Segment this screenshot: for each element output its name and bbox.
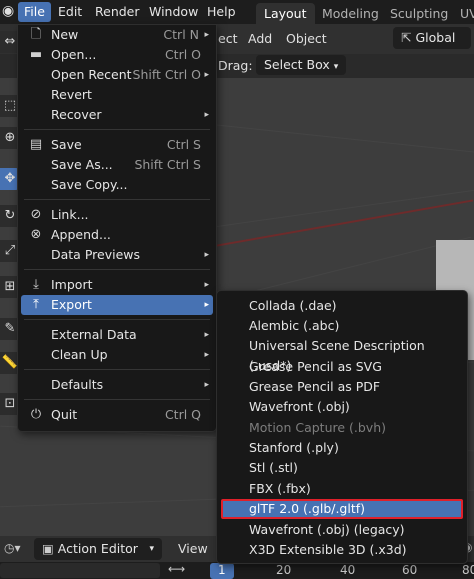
editor-mode-value: Action Editor [57,541,138,556]
menu-select[interactable]: ect [218,29,237,49]
menu-item-open-recent[interactable]: Open Recent Shift Ctrl O ▸ [21,65,213,85]
save-icon: ▤ [29,137,43,152]
export-item-fbx[interactable]: FBX (.fbx) [221,479,463,499]
menu-help[interactable]: Help [201,2,242,22]
link-icon: ⊘ [30,207,42,222]
export-item-stanford-ply[interactable]: Stanford (.ply) [221,438,463,458]
tab-layout[interactable]: Layout [256,3,315,24]
frame-number: 20 [276,563,292,577]
menu-item-save-as[interactable]: Save As... Shift Ctrl S [21,155,213,175]
menu-separator [24,269,210,270]
menu-separator [24,399,210,400]
menu-item-revert[interactable]: Revert [21,85,213,105]
tab-modeling[interactable]: Modeling [314,3,387,24]
blender-logo-icon[interactable]: ◉ [2,3,14,19]
menu-item-link[interactable]: ⊘ Link... [21,205,213,225]
export-item-grease-pencil-svg[interactable]: Grease Pencil as SVG [221,357,463,377]
export-item-wavefront-obj[interactable]: Wavefront (.obj) [221,397,463,417]
menu-file[interactable]: File [18,2,51,22]
export-item-gltf[interactable]: glTF 2.0 (.glb/.gltf) [221,499,463,519]
export-icon: ⤒ [33,297,39,312]
chevron-down-icon: ▾ [333,62,339,72]
menu-item-open[interactable]: ▬ Open... Ctrl O [21,45,213,65]
new-file-icon: 🗋 [30,27,42,42]
grid-line [215,124,474,153]
submenu-arrow-icon: ▸ [204,110,209,120]
editor-type-icon[interactable]: ◷▾ [4,541,21,555]
drag-mode-dropdown[interactable]: Select Box ▾ [256,55,347,75]
menu-item-import[interactable]: ⤓ Import ▸ [21,275,213,295]
export-item-motion-capture[interactable]: Motion Capture (.bvh) [221,418,463,438]
menu-item-external-data[interactable]: External Data ▸ [21,325,213,345]
import-icon: ⤓ [33,277,39,292]
submenu-arrow-icon: ▸ [204,300,209,310]
submenu-arrow-icon: ▸ [204,250,209,260]
editor-mode-dropdown[interactable]: ▣ Action Editor ▾ [34,538,162,560]
menu-edit[interactable]: Edit [52,2,88,22]
orientation-icon: ⇱ [401,30,412,45]
menu-render[interactable]: Render [89,2,146,22]
submenu-arrow-icon: ▸ [204,350,209,360]
menu-item-defaults[interactable]: Defaults ▸ [21,375,213,395]
action-editor-icon: ▣ [42,541,54,556]
menu-object[interactable]: Object [286,29,327,49]
submenu-arrow-icon: ▸ [204,70,209,80]
export-item-stl[interactable]: Stl (.stl) [221,458,463,478]
swap-icon[interactable]: ⟷ [168,562,185,576]
folder-icon: ▬ [29,47,43,62]
transform-orientation-dropdown[interactable]: ⇱ Global ▾ [393,27,471,67]
drag-mode-value: Select Box [264,57,330,72]
menu-item-recover[interactable]: Recover ▸ [21,105,213,125]
menu-item-save-copy[interactable]: Save Copy... [21,175,213,195]
frame-number: 80 [462,563,474,577]
file-menu: 🗋 New Ctrl N ▸ ▬ Open... Ctrl O Open Rec… [17,24,217,432]
menu-item-clean-up[interactable]: Clean Up ▸ [21,345,213,365]
menu-item-new[interactable]: 🗋 New Ctrl N ▸ [21,25,213,45]
export-item-x3d[interactable]: X3D Extensible 3D (.x3d) [221,540,463,560]
search-field[interactable] [0,563,160,578]
export-item-collada[interactable]: Collada (.dae) [221,296,463,316]
menu-view[interactable]: View [178,539,208,559]
orientation-value: Global [415,30,456,45]
menu-add[interactable]: Add [248,29,272,49]
submenu-arrow-icon: ▸ [204,330,209,340]
chevron-down-icon: ▾ [149,544,154,554]
export-item-usd[interactable]: Universal Scene Description (.usd*) [221,336,463,373]
submenu-arrow-icon: ▸ [204,380,209,390]
menu-separator [24,199,210,200]
export-item-grease-pencil-pdf[interactable]: Grease Pencil as PDF [221,377,463,397]
submenu-arrow-icon: ▸ [204,280,209,290]
export-item-alembic[interactable]: Alembic (.abc) [221,316,463,336]
x-axis-line [216,199,474,247]
menu-item-export[interactable]: ⤒ Export ▸ [21,295,213,315]
export-submenu: Collada (.dae) Alembic (.abc) Universal … [216,290,468,564]
power-icon: ⏻ [30,407,42,422]
menu-item-quit[interactable]: ⏻ Quit Ctrl Q [21,405,213,425]
append-icon: ⊗ [30,227,42,242]
submenu-arrow-icon: ▸ [204,30,209,40]
menu-separator [24,319,210,320]
frame-number: 40 [340,563,356,577]
top-bar: ◉ File Edit Render Window Help Layout Mo… [0,0,474,24]
frame-number: 60 [402,563,418,577]
menu-window[interactable]: Window [143,2,204,22]
menu-separator [24,129,210,130]
timeline-ruler[interactable]: ⟷ 1 20 40 60 80 [0,562,474,579]
menu-item-data-previews[interactable]: Data Previews ▸ [21,245,213,265]
drag-label: Drag: [218,58,253,73]
menu-item-save[interactable]: ▤ Save Ctrl S [21,135,213,155]
menu-item-append[interactable]: ⊗ Append... [21,225,213,245]
frame-number: 1 [218,563,226,577]
tab-sculpting[interactable]: Sculpting [382,3,456,24]
export-item-wavefront-obj-legacy[interactable]: Wavefront (.obj) (legacy) [221,520,463,540]
tab-uv[interactable]: UV [452,3,474,24]
menu-separator [24,369,210,370]
